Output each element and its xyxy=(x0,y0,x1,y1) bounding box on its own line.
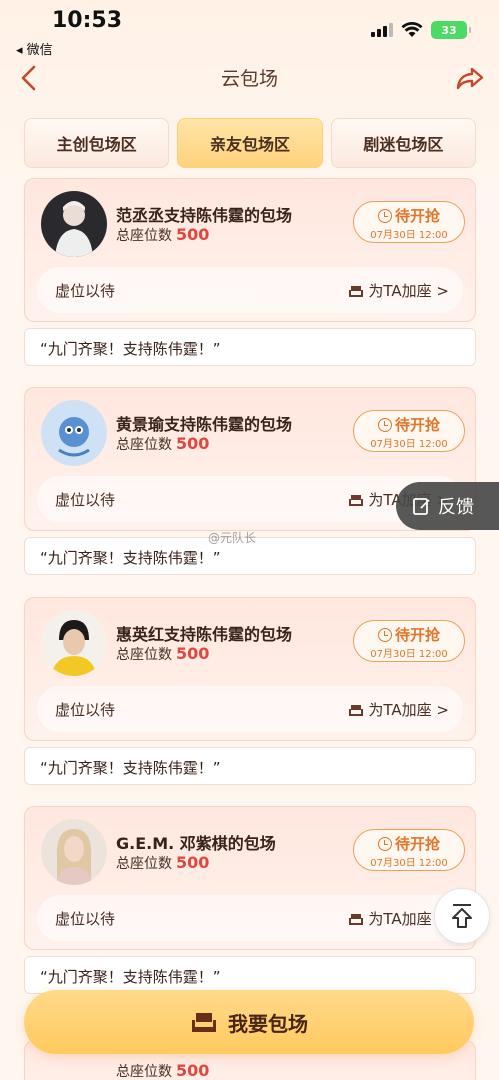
seat-count: 500 xyxy=(176,434,210,453)
seat-label: 总座位数 xyxy=(116,647,172,663)
status-label: 待开抢 xyxy=(394,835,440,853)
watermark: @元队长 xyxy=(208,531,257,545)
card-quote: “九门齐聚！支持陈伟霆！” xyxy=(24,328,476,366)
start-time: 07月30日 12:00 xyxy=(370,858,448,869)
seat-icon xyxy=(349,494,364,506)
seat-icon xyxy=(349,913,364,925)
booking-card[interactable]: 惠英红支持陈伟霆的包场 总座位数 500 待开抢 07月30日 12:00 虚位以… xyxy=(24,597,476,741)
cta-label: 我要包场 xyxy=(228,1011,308,1036)
nav-bar: 云包场 xyxy=(0,60,499,96)
seat-info: 总座位数 500 xyxy=(116,1061,209,1080)
feedback-label: 反馈 xyxy=(438,497,474,518)
seat-count: 500 xyxy=(176,225,210,244)
seat-icon xyxy=(349,704,364,716)
card-footer: 虚位以待 为TA加座 > xyxy=(37,267,463,313)
avatar xyxy=(41,191,107,257)
add-seat-label: 为TA加座 > xyxy=(368,701,449,719)
seat-info: 总座位数 500 xyxy=(116,434,209,454)
waiting-label: 虚位以待 xyxy=(55,282,116,300)
seat-info: 总座位数 500 xyxy=(116,225,209,245)
signal-icon xyxy=(371,23,393,37)
waiting-label: 虚位以待 xyxy=(55,910,116,928)
clock-icon xyxy=(377,627,392,642)
tab-creator-area[interactable]: 主创包场区 xyxy=(24,118,170,168)
add-seat-label: 为TA加座 > xyxy=(368,282,449,300)
seat-label: 总座位数 xyxy=(116,1064,172,1080)
feedback-button[interactable]: 反馈 xyxy=(396,482,499,530)
tab-fans-area[interactable]: 剧迷包场区 xyxy=(330,118,476,168)
seat-info: 总座位数 500 xyxy=(116,853,209,873)
wifi-icon xyxy=(401,22,423,37)
seat-label: 总座位数 xyxy=(116,856,172,872)
arrow-up-icon xyxy=(452,904,472,928)
start-time: 07月30日 12:00 xyxy=(370,649,448,660)
card-quote: “九门齐聚！支持陈伟霆！” xyxy=(24,956,476,994)
status-label: 待开抢 xyxy=(394,207,440,225)
card-title: G.E.M. 邓紫棋的包场 xyxy=(116,834,276,853)
status-badge[interactable]: 待开抢 07月30日 12:00 xyxy=(353,201,465,243)
book-venue-button[interactable]: 我要包场 xyxy=(24,990,474,1054)
add-seat-button[interactable]: 为TA加座 > xyxy=(348,699,449,720)
back-to-app-link[interactable]: ◂ 微信 xyxy=(16,39,53,58)
status-bar: 10:53 ◂ 微信 33 xyxy=(0,0,499,60)
status-label: 待开抢 xyxy=(394,416,440,434)
card-title: 惠英红支持陈伟霆的包场 xyxy=(116,625,293,644)
clock-icon xyxy=(377,208,392,223)
booking-card[interactable]: G.E.M. 邓紫棋的包场 总座位数 500 待开抢 07月30日 12:00 虚… xyxy=(24,806,476,950)
card-title: 范丞丞支持陈伟霆的包场 xyxy=(116,206,293,225)
status-badge[interactable]: 待开抢 07月30日 12:00 xyxy=(353,410,465,452)
booking-card[interactable]: 范丞丞支持陈伟霆的包场 总座位数 500 待开抢 07月30日 12:00 虚位以… xyxy=(24,178,476,322)
card-title: 黄景瑜支持陈伟霆的包场 xyxy=(116,415,293,434)
area-tabs: 主创包场区 亲友包场区 剧迷包场区 xyxy=(24,118,476,168)
start-time: 07月30日 12:00 xyxy=(370,230,448,241)
avatar xyxy=(41,610,107,676)
status-badge[interactable]: 待开抢 07月30日 12:00 xyxy=(353,620,465,662)
card-quote: “九门齐聚！支持陈伟霆！” xyxy=(24,747,476,785)
seat-count: 500 xyxy=(176,644,210,663)
seat-count: 500 xyxy=(176,1061,210,1080)
tab-friends-area[interactable]: 亲友包场区 xyxy=(177,118,323,168)
card-footer: 虚位以待 为TA加座 > xyxy=(37,895,463,941)
edit-icon xyxy=(413,498,430,515)
avatar xyxy=(41,819,107,885)
battery-icon: 33 xyxy=(431,21,471,39)
waiting-label: 虚位以待 xyxy=(55,491,116,509)
avatar xyxy=(41,400,107,466)
page-title: 云包场 xyxy=(220,68,278,90)
seat-icon xyxy=(192,1013,216,1032)
status-label: 待开抢 xyxy=(394,626,440,644)
card-footer: 虚位以待 为TA加座 > xyxy=(37,686,463,732)
seat-count: 500 xyxy=(176,853,210,872)
seat-icon xyxy=(349,285,364,297)
clock-icon xyxy=(377,836,392,851)
status-icons: 33 xyxy=(371,21,471,39)
add-seat-button[interactable]: 为TA加座 > xyxy=(348,280,449,301)
waiting-label: 虚位以待 xyxy=(55,701,116,719)
seat-label: 总座位数 xyxy=(116,228,172,244)
share-icon[interactable] xyxy=(455,62,485,94)
back-to-top-button[interactable] xyxy=(434,888,490,944)
clock-icon xyxy=(377,417,392,432)
status-badge[interactable]: 待开抢 07月30日 12:00 xyxy=(353,829,465,871)
start-time: 07月30日 12:00 xyxy=(370,439,448,450)
seat-label: 总座位数 xyxy=(116,437,172,453)
status-time: 10:53 xyxy=(52,8,123,33)
seat-info: 总座位数 500 xyxy=(116,644,209,664)
